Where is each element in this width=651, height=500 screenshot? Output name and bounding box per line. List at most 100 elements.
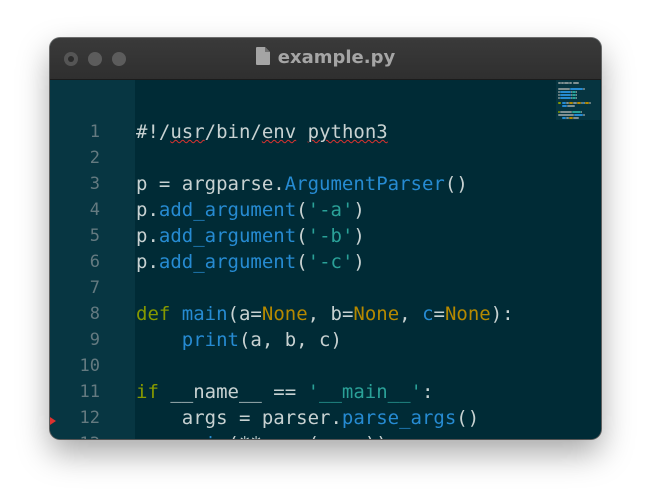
code-token: parse_args: [341, 407, 457, 429]
code-token: (): [456, 407, 480, 429]
code-token: (a, b, c): [238, 329, 342, 351]
line-number: 8: [89, 304, 100, 324]
code-token: ): [353, 251, 365, 273]
minimap-line: [560, 93, 571, 96]
code-token: (args)): [308, 433, 388, 439]
code-token: None: [261, 303, 308, 325]
editor-window: example.py 12345678910111213 #!/usr/bin/…: [50, 38, 601, 439]
code-line[interactable]: p = argparse.ArgumentParser(): [136, 171, 468, 197]
line-number: 2: [89, 148, 100, 168]
minimap-line: [573, 116, 579, 119]
line-number: 7: [89, 278, 100, 298]
code-token: print: [181, 329, 239, 351]
code-token: '-a': [307, 199, 354, 221]
line-number: 9: [89, 330, 100, 350]
window-title-text: example.py: [277, 47, 396, 68]
error-marker-icon: [50, 417, 56, 425]
code-token: args = parser.: [136, 407, 342, 429]
minimap-line: [576, 93, 577, 96]
code-token: p.: [136, 199, 159, 221]
code-line[interactable]: p.add_argument('-b'): [136, 223, 365, 249]
minimap-line: [560, 90, 571, 93]
code-area[interactable]: #!/usr/bin/env python3 p = argparse.Argum…: [136, 80, 601, 439]
line-number: 13: [50, 431, 100, 439]
code-line[interactable]: def main(a=None, b=None, c=None):: [136, 301, 514, 327]
minimap-line: [560, 111, 572, 113]
code-token: add_argument: [158, 251, 297, 273]
line-number: 6: [89, 252, 100, 272]
code-token: (): [444, 173, 468, 195]
code-token: ): [353, 199, 365, 221]
code-token: main: [182, 433, 228, 439]
minimap-line: [570, 87, 583, 90]
minimap-line: [574, 113, 583, 116]
minimap-line: [567, 105, 575, 108]
line-number: 1: [89, 122, 100, 142]
code-token: p.: [136, 251, 159, 273]
line-number-gutter: 12345678910111213: [50, 80, 135, 439]
minimap-line: [583, 113, 585, 116]
minimap-line: [569, 82, 572, 84]
title-bar: example.py: [50, 38, 601, 80]
code-line[interactable]: p.add_argument('-a'): [136, 197, 365, 223]
code-line[interactable]: main(**vars(args)): [136, 431, 388, 439]
code-token: def: [136, 303, 171, 325]
line-number: 12: [79, 408, 100, 428]
minimap-line: [560, 96, 571, 99]
code-token: '-b': [307, 225, 354, 247]
file-icon: [255, 47, 270, 65]
code-token: if: [136, 381, 159, 403]
minimap[interactable]: [556, 80, 600, 120]
code-token: add_argument: [158, 199, 297, 221]
code-token: add_argument: [158, 225, 297, 247]
minimap-line: [572, 111, 581, 113]
minimap-line: [558, 102, 561, 105]
code-token: python3: [307, 121, 388, 143]
minimap-line: [558, 113, 574, 116]
line-number: 4: [89, 200, 100, 220]
code-token: ): [353, 225, 365, 247]
code-token: (: [296, 251, 308, 273]
line-number: 11: [79, 382, 100, 402]
code-token: p = argparse.: [136, 173, 285, 195]
code-line[interactable]: #!/usr/bin/env python3: [136, 119, 388, 145]
line-number: 5: [89, 226, 100, 246]
code-line[interactable]: print(a, b, c): [136, 327, 342, 353]
code-token: (a=: [227, 303, 262, 325]
minimap-line: [573, 82, 579, 84]
minimap-line: [589, 102, 591, 105]
code-token: None: [353, 303, 400, 325]
code-token: vars: [262, 433, 308, 439]
minimap-line: [576, 90, 577, 93]
code-line[interactable]: if __name__ == '__main__':: [136, 379, 433, 405]
code-token: '__main__': [307, 381, 422, 403]
code-token: env: [261, 121, 297, 143]
code-line[interactable]: args = parser.parse_args(): [136, 405, 479, 431]
code-token: (: [296, 225, 308, 247]
code-token: c: [422, 303, 434, 325]
code-token: #!/: [136, 121, 171, 143]
code-token: __name__ ==: [158, 381, 308, 403]
code-token: (: [296, 199, 308, 221]
code-token: ):: [490, 303, 514, 325]
window-title: example.py: [50, 47, 601, 68]
code-token: :: [422, 381, 434, 403]
code-token: ,: [399, 303, 423, 325]
code-token: /bin/: [204, 121, 262, 143]
code-token: ArgumentParser: [284, 173, 445, 195]
minimap-line: [576, 96, 577, 99]
code-token: , b=: [307, 303, 354, 325]
minimap-line: [558, 87, 570, 90]
code-token: main: [181, 303, 228, 325]
code-token: '-c': [307, 251, 354, 273]
minimap-line: [583, 87, 585, 90]
code-line[interactable]: p.add_argument('-c'): [136, 249, 365, 275]
minimap-line: [581, 111, 582, 113]
code-token: usr: [170, 121, 205, 143]
code-token: None: [444, 303, 491, 325]
code-token: p.: [136, 225, 159, 247]
